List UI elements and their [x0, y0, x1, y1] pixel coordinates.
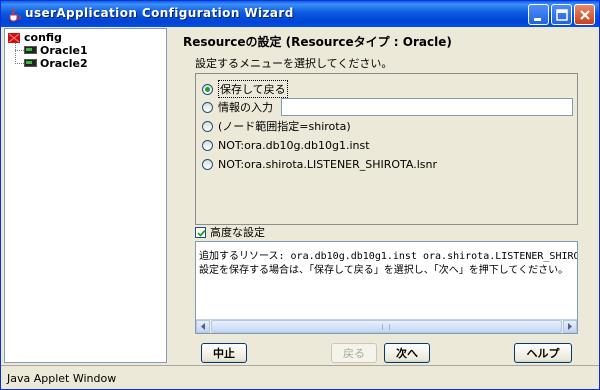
- arrow-left-icon: [201, 323, 205, 330]
- radio-button[interactable]: [202, 120, 213, 132]
- config-folder-icon: [8, 32, 20, 43]
- option-node-range[interactable]: (ノード範囲指定=shirota): [202, 118, 351, 134]
- scroll-left-button[interactable]: [196, 320, 210, 333]
- config-tree[interactable]: config Oracle1 Oracle2: [4, 28, 167, 363]
- arrow-right-icon: [568, 323, 572, 330]
- option-label: (ノード範囲指定=shirota): [218, 120, 351, 133]
- radio-button[interactable]: [202, 83, 213, 95]
- scroll-grip: [382, 324, 390, 330]
- maximize-icon: [556, 9, 568, 21]
- menu-options-panel: 保存して戻る 情報の入力 (ノード範囲指定=shirota) NOT:ora.d…: [195, 73, 578, 225]
- option-enter-info[interactable]: 情報の入力: [202, 99, 273, 115]
- advanced-settings-toggle[interactable]: 高度な設定: [195, 224, 578, 240]
- wizard-window: userApplication Configuration Wizard con…: [0, 0, 600, 390]
- tree-node-label: config: [24, 30, 62, 44]
- checkmark-icon: [197, 229, 206, 237]
- instruction-text: 設定するメニューを選択してください。: [195, 57, 393, 70]
- radio-button[interactable]: [202, 139, 213, 151]
- scroll-thumb[interactable]: [211, 320, 562, 333]
- close-button[interactable]: [574, 4, 595, 25]
- option-save-and-return[interactable]: 保存して戻る: [202, 80, 288, 98]
- main-panel: Resourceの設定 (Resourceタイプ : Oracle) 設定するメ…: [169, 28, 597, 363]
- minimize-button[interactable]: [528, 4, 549, 25]
- java-cup-icon: [7, 6, 21, 22]
- tree-connector: [15, 50, 24, 51]
- info-input-field[interactable]: [281, 98, 573, 116]
- back-button[interactable]: 戻る: [331, 343, 377, 363]
- tree-node-oracle2[interactable]: Oracle2: [24, 56, 88, 70]
- status-text: Java Applet Window: [7, 372, 117, 385]
- option-label: 情報の入力: [218, 101, 273, 114]
- info-line: 設定を保存する場合は、「保存して戻る」を選択し、「次へ」を押下してください。: [199, 265, 569, 276]
- advanced-settings-checkbox[interactable]: [195, 226, 206, 238]
- cancel-button[interactable]: 中止: [201, 343, 247, 363]
- option-label: 保存して戻る: [218, 80, 288, 98]
- advanced-settings-label: 高度な設定: [210, 226, 265, 239]
- status-bar: Java Applet Window: [1, 365, 599, 389]
- info-line: 追加するリソース: ora.db10g.db10g1.inst ora.shir…: [199, 251, 577, 262]
- title-bar[interactable]: userApplication Configuration Wizard: [1, 1, 599, 27]
- tree-node-label: Oracle1: [40, 43, 88, 57]
- option-db10g-inst[interactable]: NOT:ora.db10g.db10g1.inst: [202, 137, 370, 153]
- radio-button[interactable]: [202, 158, 213, 170]
- tree-connector: [15, 63, 24, 64]
- maximize-button[interactable]: [551, 4, 572, 25]
- resource-info-textarea[interactable]: 追加するリソース: ora.db10g.db10g1.inst ora.shir…: [195, 241, 578, 334]
- radio-button[interactable]: [202, 101, 213, 113]
- tree-connector: [15, 43, 16, 64]
- option-listener-lsnr[interactable]: NOT:ora.shirota.LISTENER_SHIROTA.lsnr: [202, 156, 437, 172]
- scroll-right-button[interactable]: [563, 320, 577, 333]
- horizontal-scrollbar[interactable]: [196, 319, 577, 333]
- node-icon: [24, 46, 37, 54]
- help-button[interactable]: ヘルプ: [514, 343, 572, 363]
- page-title: Resourceの設定 (Resourceタイプ : Oracle): [183, 35, 452, 49]
- option-label: NOT:ora.db10g.db10g1.inst: [218, 138, 370, 152]
- tree-node-label: Oracle2: [40, 56, 88, 70]
- minimize-icon: [534, 18, 541, 21]
- tree-node-config[interactable]: config: [7, 30, 62, 44]
- close-icon: [580, 10, 590, 20]
- node-icon: [24, 59, 37, 67]
- tree-node-oracle1[interactable]: Oracle1: [24, 43, 88, 57]
- window-title: userApplication Configuration Wizard: [25, 6, 294, 20]
- option-label: NOT:ora.shirota.LISTENER_SHIROTA.lsnr: [218, 157, 438, 171]
- next-button[interactable]: 次へ: [384, 343, 430, 363]
